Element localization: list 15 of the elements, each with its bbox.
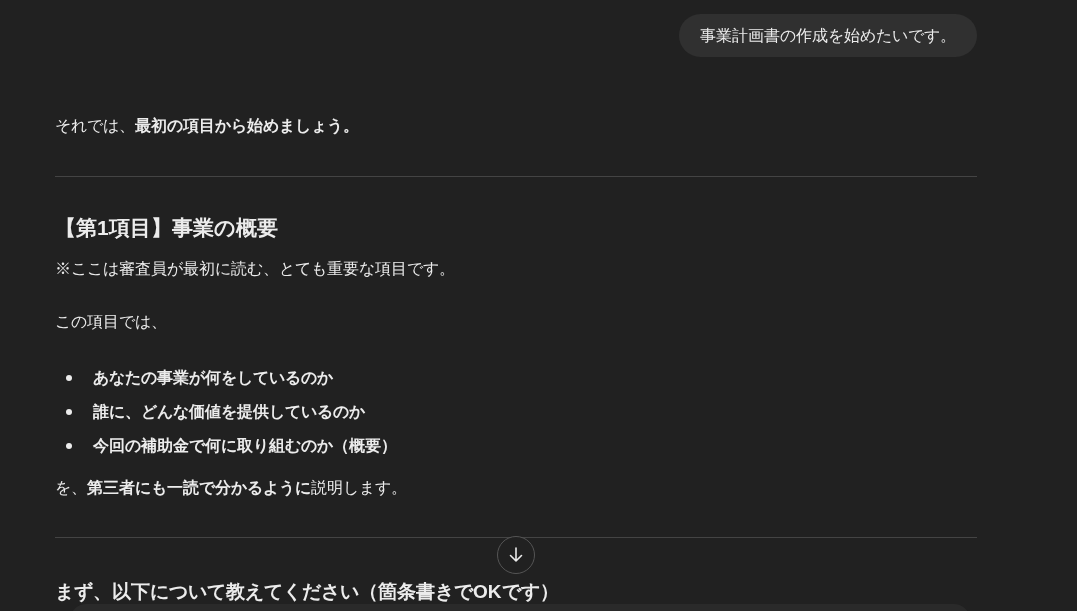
question-heading: まず、以下について教えてください（箇条書きでOKです） (55, 580, 559, 604)
user-message: 事業計画書の作成を始めたいです。 (679, 14, 977, 57)
intro-text: それでは、最初の項目から始めましょう。 (55, 116, 360, 137)
bullet-icon (66, 375, 72, 381)
closing-text: を、第三者にも一読で分かるように説明します。 (55, 478, 408, 499)
bullet-text: あなたの事業が何をしているのか (93, 368, 333, 389)
bullet-text: 誰に、どんな価値を提供しているのか (93, 402, 365, 423)
bullet-icon (66, 443, 72, 449)
bullet-text: 今回の補助金で何に取り組むのか（概要） (93, 436, 397, 456)
section-heading: 【第1項目】事業の概要 (55, 215, 279, 241)
scroll-down-button[interactable] (497, 536, 535, 574)
arrow-down-icon (507, 546, 525, 564)
note-text: ※ここは審査員が最初に読む、とても重要な項目です。 (55, 259, 456, 279)
lead-text: この項目では、 (55, 312, 168, 332)
bullet-icon (66, 409, 72, 415)
